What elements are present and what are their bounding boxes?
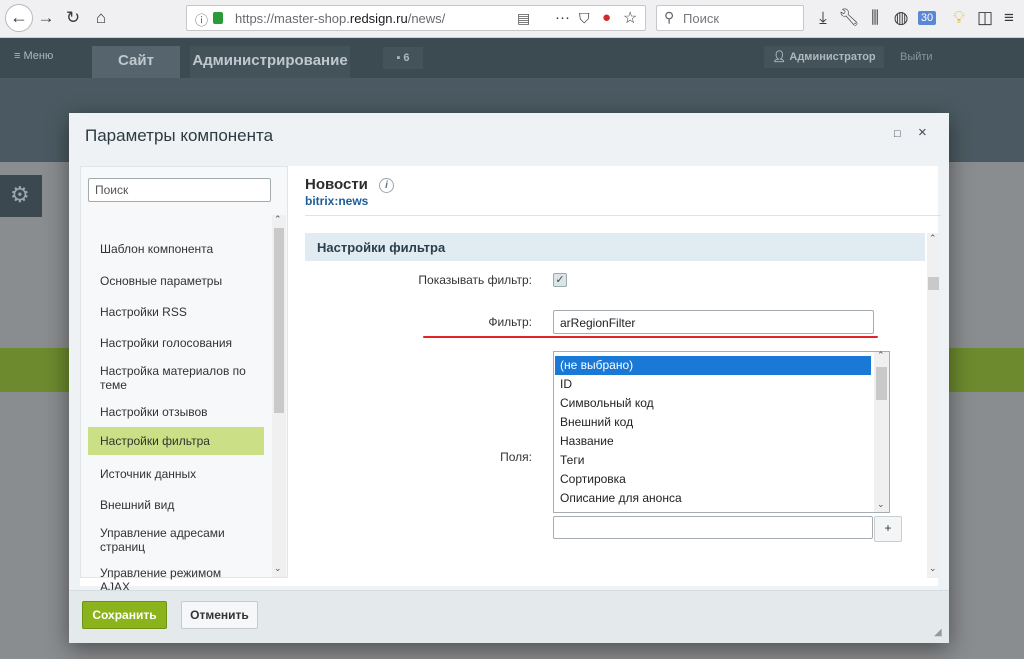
show-filter-label: Показывать фильтр:: [418, 273, 532, 287]
list-item[interactable]: Внешний код: [555, 413, 871, 432]
sidebar-item-basic[interactable]: Основные параметры: [88, 272, 264, 290]
section-header: Настройки фильтра: [305, 233, 925, 261]
sidebar-scroll-thumb[interactable]: [274, 228, 284, 413]
list-item[interactable]: Символьный код: [555, 394, 871, 413]
library-icon[interactable]: ⫼: [864, 6, 886, 30]
extension-badge-icon[interactable]: 30: [914, 6, 940, 30]
search-icon: ⚲: [664, 9, 675, 25]
browser-search-field[interactable]: ⚲ Поиск: [656, 5, 804, 31]
dialog-title: Параметры компонента: [85, 126, 274, 145]
pocket-icon[interactable]: ⛉: [579, 10, 590, 27]
sidebar-item-filter[interactable]: Настройки фильтра: [88, 427, 264, 455]
list-item[interactable]: Описание для анонса: [555, 489, 871, 508]
scroll-up-icon[interactable]: ⌃: [274, 214, 282, 225]
list-item[interactable]: Название: [555, 432, 871, 451]
cancel-button[interactable]: Отменить: [181, 601, 258, 629]
scroll-down-icon[interactable]: ⌄: [877, 499, 885, 510]
save-button[interactable]: Сохранить: [82, 601, 167, 629]
resize-handle-icon[interactable]: ◢: [934, 627, 942, 638]
new-field-input[interactable]: [553, 516, 873, 539]
sidebar-item-datasource[interactable]: Источник данных: [88, 465, 264, 483]
reload-button[interactable]: ↻: [62, 6, 84, 30]
listbox-scroll-thumb[interactable]: [876, 367, 887, 400]
info-icon[interactable]: ⓘ: [195, 10, 208, 29]
ublock-icon[interactable]: ●: [602, 9, 611, 26]
admin-user-button[interactable]: 👤︎ Администратор: [764, 46, 884, 68]
download-icon[interactable]: ⤓: [812, 6, 834, 30]
globe-icon[interactable]: ◍: [890, 6, 912, 30]
url-bar[interactable]: ⓘ https://master-shop.redsign.ru/news/ ▤…: [186, 5, 646, 31]
scroll-down-icon[interactable]: ⌄: [929, 563, 937, 574]
url-text[interactable]: https://master-shop.redsign.ru/news/: [235, 11, 445, 26]
maximize-icon[interactable]: □: [894, 128, 901, 140]
divider: [305, 215, 941, 216]
forward-button[interactable]: →: [36, 6, 56, 30]
settings-gear-icon[interactable]: ⚙: [0, 175, 42, 217]
list-item[interactable]: (не выбрано): [555, 356, 871, 375]
component-id: bitrix:news: [305, 194, 369, 208]
show-filter-checkbox[interactable]: ✓: [553, 273, 567, 287]
admin-menu-button[interactable]: ≡ Меню: [14, 50, 53, 62]
back-button[interactable]: ←: [5, 4, 33, 32]
tab-admin[interactable]: Администрирование: [190, 46, 350, 78]
bookmark-star-icon[interactable]: ☆: [623, 8, 637, 28]
content-scroll-thumb[interactable]: [928, 277, 939, 290]
fields-label: Поля:: [500, 450, 532, 464]
close-icon[interactable]: ×: [918, 124, 927, 141]
lightbulb-icon[interactable]: 💡︎: [948, 6, 970, 30]
sidebar-item-template[interactable]: Шаблон компонента: [88, 240, 264, 258]
list-item[interactable]: ID: [555, 375, 871, 394]
lock-icon: [213, 12, 223, 24]
red-underline-annotation: [423, 336, 878, 338]
page-actions-icon[interactable]: ···: [555, 9, 570, 26]
browser-toolbar: ← → ↻ ⌂ ⓘ https://master-shop.redsign.ru…: [0, 0, 1024, 38]
tab-site[interactable]: Сайт: [92, 46, 180, 78]
component-title: Новости: [305, 176, 368, 193]
scroll-down-icon[interactable]: ⌄: [274, 563, 282, 574]
scroll-up-icon[interactable]: ⌃: [877, 350, 885, 361]
sidebar-item-reviews[interactable]: Настройки отзывов: [88, 403, 264, 421]
sidebar-item-rss[interactable]: Настройки RSS: [88, 303, 264, 321]
logout-link[interactable]: Выйти: [900, 51, 933, 63]
sidebar-item-related[interactable]: Настройка материалов по теме: [88, 362, 264, 394]
sidebar-item-appearance[interactable]: Внешний вид: [88, 496, 264, 514]
browser-search-placeholder: Поиск: [683, 11, 720, 26]
sidebar-item-sef[interactable]: Управление адресами страниц: [88, 524, 264, 556]
notifications-badge[interactable]: ▪ 6: [383, 47, 423, 69]
info-icon[interactable]: i: [379, 178, 394, 193]
home-icon[interactable]: ⌂: [90, 6, 112, 30]
scroll-up-icon[interactable]: ⌃: [929, 233, 937, 244]
reader-view-icon[interactable]: ▤: [517, 10, 530, 27]
sidebar-search-input[interactable]: Поиск: [88, 178, 271, 202]
sidebar-toggle-icon[interactable]: ◫: [974, 6, 996, 30]
wrench-icon[interactable]: 🔧︎: [838, 6, 860, 30]
hamburger-menu-icon[interactable]: ≡: [998, 6, 1020, 30]
filter-label: Фильтр:: [488, 315, 532, 329]
sidebar-item-voting[interactable]: Настройки голосования: [88, 334, 264, 352]
list-item[interactable]: Теги: [555, 451, 871, 470]
filter-input[interactable]: arRegionFilter: [553, 310, 874, 334]
add-field-button[interactable]: +: [874, 516, 902, 542]
list-item[interactable]: Сортировка: [555, 470, 871, 489]
